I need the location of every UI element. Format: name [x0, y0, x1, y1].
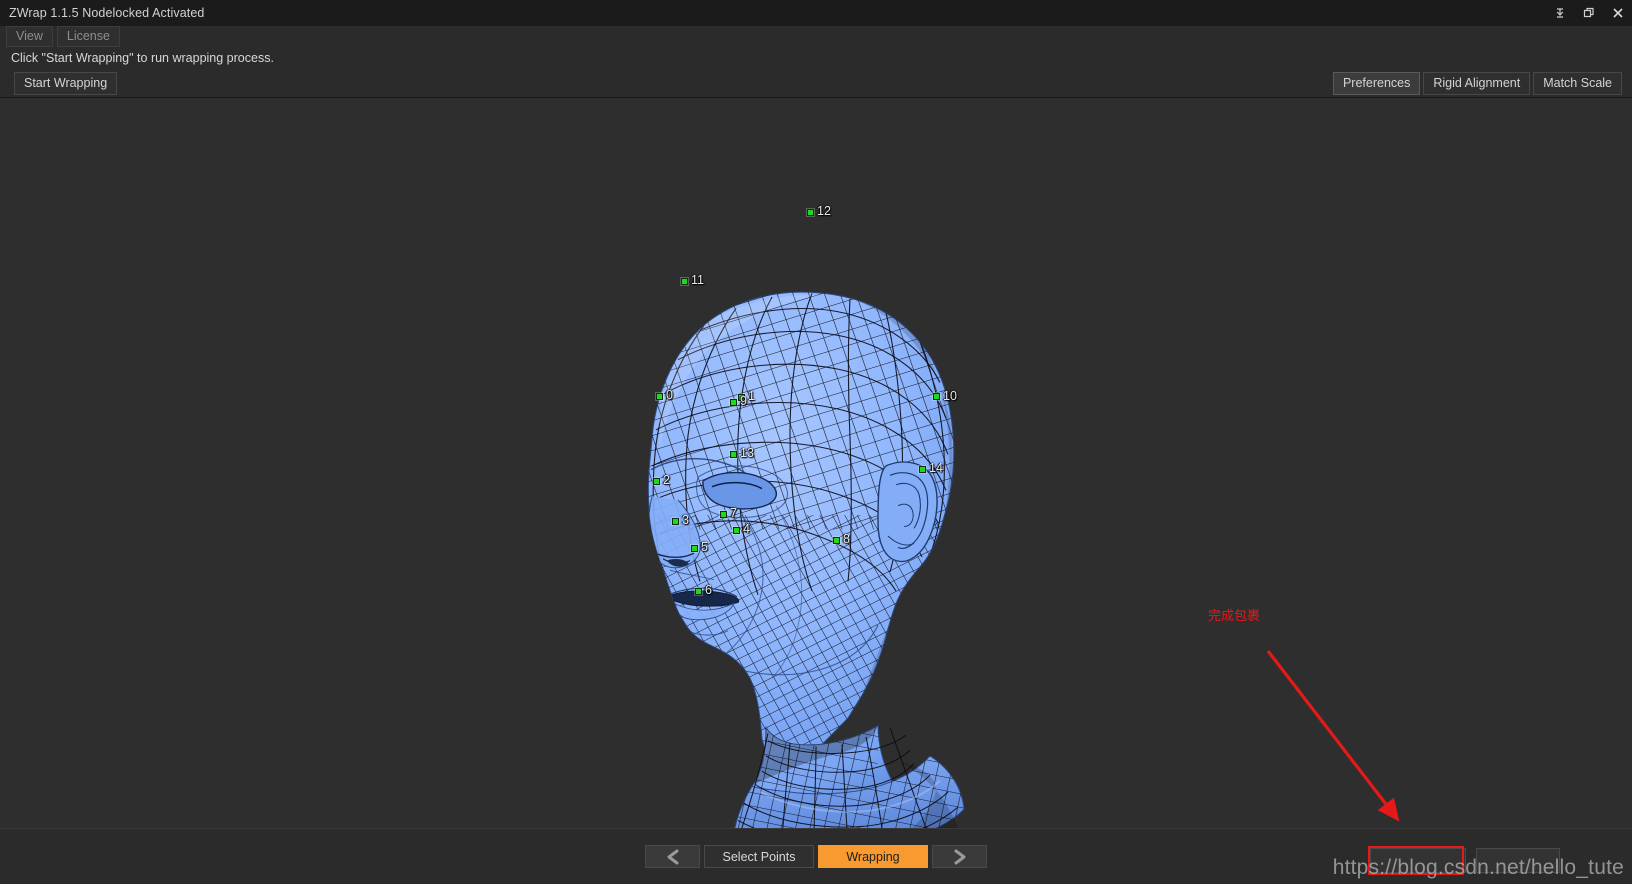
- menu-item-view[interactable]: View: [6, 26, 53, 47]
- landmark-point-8[interactable]: [833, 537, 840, 544]
- toolbar-right-group: Preferences Rigid Alignment Match Scale: [1332, 69, 1622, 98]
- landmark-point-0[interactable]: [656, 393, 663, 400]
- landmark-point-13[interactable]: [730, 451, 737, 458]
- rigid-alignment-button[interactable]: Rigid Alignment: [1423, 72, 1531, 95]
- bottom-navigation-bar: Select Points Wrapping https://blog.csdn…: [0, 828, 1632, 884]
- landmark-point-3[interactable]: [672, 518, 679, 525]
- obscured-button-0[interactable]: [1370, 848, 1466, 873]
- head-geometry: [647, 291, 955, 768]
- landmark-point-2[interactable]: [653, 478, 660, 485]
- landmark-point-6[interactable]: [695, 588, 702, 595]
- title-bar: ZWrap 1.1.5 Nodelocked Activated: [0, 0, 1632, 26]
- toolbar: Start Wrapping Preferences Rigid Alignme…: [0, 69, 1632, 98]
- obscured-button-1[interactable]: [1476, 848, 1560, 873]
- start-wrapping-button[interactable]: Start Wrapping: [14, 71, 118, 95]
- next-step-button[interactable]: [932, 845, 987, 868]
- 3d-viewport[interactable]: 0 1 2 3 4 5 6 7 8 9 10 11 12 13 14 完成包裹: [0, 98, 1632, 828]
- chevron-left-icon: [667, 849, 678, 864]
- close-icon: [1612, 8, 1623, 18]
- restore-icon: [1583, 7, 1594, 18]
- landmark-point-9[interactable]: [730, 399, 737, 406]
- neck-shoulder-geometry: [734, 724, 965, 828]
- chevron-right-icon: [954, 849, 965, 864]
- landmark-point-14[interactable]: [919, 466, 926, 473]
- restore-button[interactable]: [1574, 0, 1603, 26]
- menu-item-license[interactable]: License: [56, 26, 120, 47]
- head-mesh-render: [647, 291, 965, 828]
- landmark-point-1[interactable]: [738, 394, 745, 401]
- step-select-points[interactable]: Select Points: [704, 845, 814, 868]
- minimize-icon: [1556, 8, 1563, 18]
- window-title: ZWrap 1.1.5 Nodelocked Activated: [9, 6, 205, 20]
- preferences-button[interactable]: Preferences: [1332, 72, 1421, 95]
- landmark-point-4[interactable]: [733, 527, 740, 534]
- landmark-point-12[interactable]: [807, 209, 814, 216]
- hint-text: Click "Start Wrapping" to run wrapping p…: [11, 51, 274, 65]
- annotation-label: 完成包裹: [1208, 608, 1261, 623]
- minimize-button[interactable]: [1545, 0, 1574, 26]
- landmark-point-10[interactable]: [933, 393, 940, 400]
- close-button[interactable]: [1603, 0, 1632, 26]
- step-wrapping[interactable]: Wrapping: [818, 845, 928, 868]
- landmark-point-7[interactable]: [720, 511, 727, 518]
- landmark-point-5[interactable]: [691, 545, 698, 552]
- prev-step-button[interactable]: [645, 845, 700, 868]
- step-navigation: Select Points Wrapping: [645, 845, 987, 868]
- match-scale-button[interactable]: Match Scale: [1533, 72, 1622, 95]
- application-window: ZWrap 1.1.5 Nodelocked Activated View Li…: [0, 0, 1632, 884]
- hint-row: Click "Start Wrapping" to run wrapping p…: [0, 47, 1632, 69]
- landmark-point-11[interactable]: [681, 278, 688, 285]
- window-controls: [1545, 0, 1632, 26]
- menu-bar: View License: [0, 26, 1632, 47]
